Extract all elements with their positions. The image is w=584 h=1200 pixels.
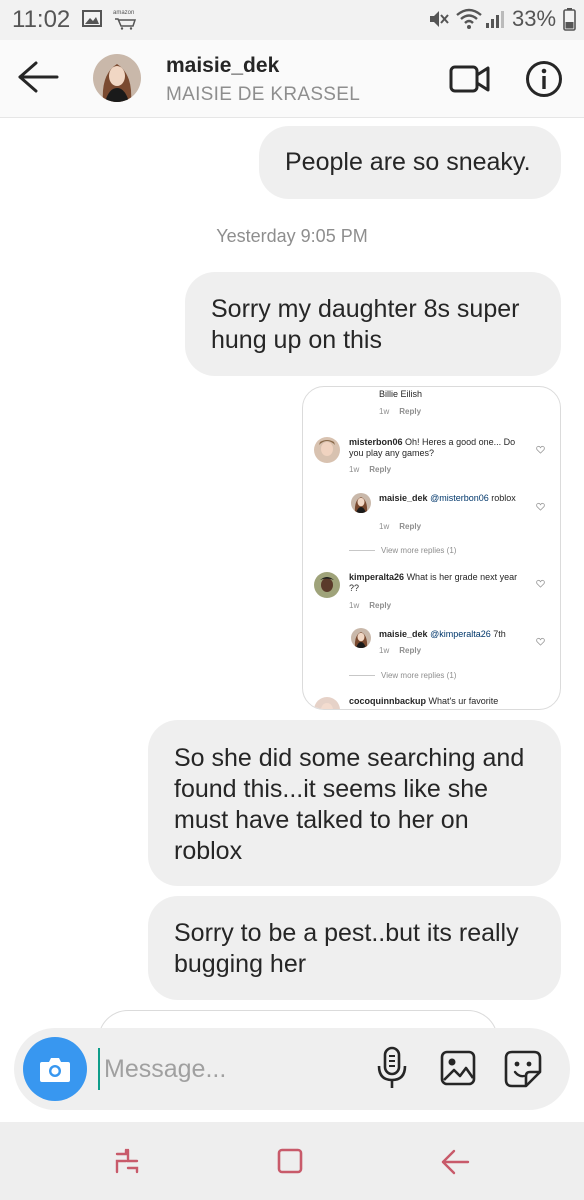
comment-text: misterbon06 Oh! Heres a good one... Do y…	[349, 437, 516, 458]
gallery-icon[interactable]	[440, 1050, 476, 1086]
message-bubble[interactable]: Sorry to be a pest..but its really buggi…	[148, 896, 561, 1000]
status-time: 11:02	[12, 6, 71, 33]
header-username[interactable]: maisie_dek	[166, 54, 279, 78]
comment-meta: 1w Reply	[379, 407, 422, 416]
heart-icon[interactable]	[536, 579, 545, 588]
recent-apps-icon[interactable]	[113, 1146, 141, 1176]
message-bubble[interactable]: People are so sneaky.	[259, 126, 561, 199]
battery-percent: 33%	[512, 6, 557, 31]
view-more-replies[interactable]: View more replies (1)	[349, 546, 456, 555]
comment-text: kimperalta26 What is her grade next year…	[349, 572, 518, 593]
mute-icon	[430, 11, 449, 27]
message-bubble[interactable]: So she did some searching and found this…	[148, 720, 561, 886]
battery-icon	[563, 8, 576, 31]
message-bubble[interactable]: Sorry my daughter 8s super hung up on th…	[185, 272, 561, 376]
microphone-icon[interactable]	[376, 1046, 408, 1090]
commenter-avatar	[314, 697, 340, 709]
commenter-avatar	[351, 493, 371, 513]
commenter-avatar	[351, 628, 371, 648]
comment-text: Billie Eilish	[379, 389, 423, 399]
wifi-icon	[456, 8, 482, 29]
header-full-name: MAISIE DE KRASSEL	[166, 84, 361, 105]
camera-icon	[40, 1058, 70, 1082]
status-bar: 11:02 amazon 33%	[0, 0, 584, 40]
info-icon[interactable]	[525, 60, 563, 98]
comment-meta: 1w Reply	[349, 465, 392, 474]
heart-icon[interactable]	[536, 445, 545, 454]
message-timestamp: Yesterday 9:05 PM	[216, 226, 368, 246]
message-composer	[14, 1028, 570, 1110]
signal-icon	[486, 11, 504, 28]
shared-screenshot[interactable]: Billie Eilish 1w Reply misterbon06 Oh! He…	[302, 386, 561, 710]
back-arrow-icon[interactable]	[16, 59, 60, 95]
comment-text: maisie_dek @misterbon06 roblox	[379, 493, 516, 503]
comment-text: cocoquinnbackup What's ur favorite	[349, 696, 499, 706]
view-more-replies[interactable]: View more replies (1)	[349, 671, 456, 680]
conversation-header: maisie_dek MAISIE DE KRASSEL	[0, 40, 584, 118]
avatar[interactable]	[93, 54, 141, 102]
heart-icon[interactable]	[536, 637, 545, 646]
sticker-icon[interactable]	[504, 1050, 542, 1088]
amazon-notification-icon: amazon	[113, 10, 137, 30]
comment-meta: 1w Reply	[379, 522, 422, 531]
nav-back-icon[interactable]	[440, 1148, 470, 1176]
message-input[interactable]	[98, 1048, 358, 1090]
navigation-bar	[0, 1122, 584, 1200]
camera-button[interactable]	[23, 1037, 87, 1101]
comment-meta: 1w Reply	[349, 601, 392, 610]
commenter-avatar	[314, 572, 340, 598]
gallery-notification-icon	[82, 10, 102, 27]
home-icon[interactable]	[275, 1146, 305, 1176]
heart-icon[interactable]	[536, 502, 545, 511]
comment-text: maisie_dek @kimperalta26 7th	[379, 629, 506, 639]
commenter-avatar	[314, 437, 340, 463]
video-call-icon[interactable]	[449, 64, 491, 94]
comment-meta: 1w Reply	[379, 646, 422, 655]
